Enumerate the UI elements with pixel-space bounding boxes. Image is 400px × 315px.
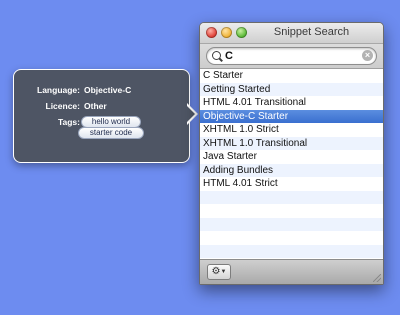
snippet-list-item[interactable]: Objective-C Starter [200, 109, 383, 123]
empty-list-row [200, 217, 383, 231]
snippet-list-item[interactable]: Java Starter [200, 150, 383, 164]
tags-label: Tags: [57, 117, 80, 127]
action-menu-button[interactable]: ⚙▼ [207, 264, 231, 280]
snippet-list[interactable]: C Starter Getting Started HTML 4.01 Transi… [200, 69, 383, 259]
snippet-info-popover: Language: Objective-C Licence: Other Tag… [13, 69, 190, 163]
resize-grip-icon[interactable] [373, 274, 381, 282]
snippet-list-item[interactable]: HTML 4.01 Transitional [200, 96, 383, 110]
language-value: Objective-C [84, 85, 132, 95]
empty-list-row [200, 190, 383, 204]
bottom-bar: ⚙▼ [200, 259, 383, 284]
clear-search-icon[interactable]: × [362, 50, 373, 61]
title-bar[interactable]: Snippet Search [200, 23, 383, 44]
search-icon [212, 51, 221, 60]
licence-label: Licence: [45, 101, 81, 111]
snippet-list-item[interactable]: XHTML 1.0 Transitional [200, 136, 383, 150]
licence-value: Other [84, 101, 107, 111]
search-field[interactable]: × [206, 47, 377, 65]
snippet-list-item[interactable]: C Starter [200, 69, 383, 83]
popover-arrow-fill [186, 105, 195, 123]
language-label: Language: [37, 85, 80, 95]
search-toolbar: × [200, 44, 383, 69]
window-title: Snippet Search [273, 26, 350, 38]
tag-pill[interactable]: starter code [78, 127, 144, 139]
snippet-search-window: Snippet Search × C StarterGetting Starte… [199, 22, 384, 285]
gear-icon: ⚙ [211, 266, 221, 277]
empty-list-row [200, 231, 383, 245]
empty-list-row [200, 244, 383, 258]
snippet-list-item[interactable]: Getting Started [200, 82, 383, 96]
empty-list-row [200, 204, 383, 218]
snippet-list-item[interactable]: Adding Bundles [200, 163, 383, 177]
search-input[interactable] [225, 48, 358, 64]
snippet-list-item[interactable]: XHTML 1.0 Strict [200, 123, 383, 137]
snippet-list-item[interactable]: HTML 4.01 Strict [200, 177, 383, 191]
chevron-down-icon: ▼ [220, 269, 227, 275]
